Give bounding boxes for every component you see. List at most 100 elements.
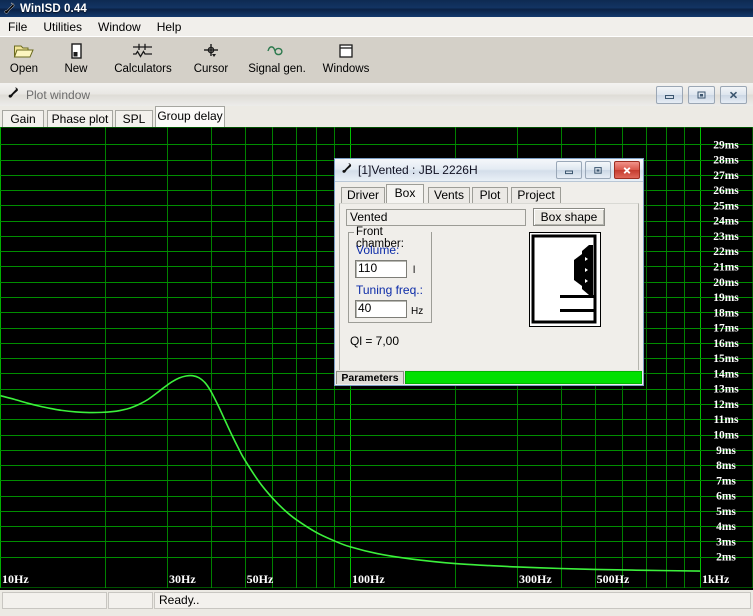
svg-text:27ms: 27ms [713,170,739,182]
dialog-tab-project[interactable]: Project [511,187,561,204]
toolbar-button-signal-gen[interactable]: Signal gen. [240,37,314,84]
close-icon [727,90,740,100]
box-dialog-statusbar: Parameters [336,370,642,384]
toolbar-button-open[interactable]: Open [0,37,48,84]
svg-text:8ms: 8ms [716,460,736,472]
box-dialog-maximize-button[interactable] [585,161,611,179]
toolbar-label-calculators: Calculators [114,63,172,75]
plot-window-maximize-button[interactable] [688,86,715,104]
tab-gain[interactable]: Gain [2,110,44,127]
tuning-freq-label: Tuning freq.: [356,283,423,297]
toolbar-button-new[interactable]: New [48,37,104,84]
svg-text:14ms: 14ms [713,368,739,380]
svg-text:10ms: 10ms [713,430,739,442]
box-name-field[interactable]: Vented [346,209,526,226]
wrench-icon [340,162,353,178]
status-bar-divider [0,588,753,590]
svg-text:26ms: 26ms [713,185,739,197]
volume-label: Volume: [356,243,400,257]
toolbar-button-cursor[interactable]: Cursor [182,37,240,84]
svg-text:24ms: 24ms [713,216,739,228]
toolbar: Open New Calculators Cursor Signal gen. … [0,36,753,84]
svg-text:3ms: 3ms [716,536,736,548]
wrench-icon [6,86,20,103]
svg-text:30Hz: 30Hz [169,572,196,586]
dialog-tab-plot-label: Plot [479,188,501,202]
svg-text:29ms: 29ms [713,139,739,151]
plot-tabs: Gain Phase plot SPL Group delay [0,106,753,127]
status-cell-1 [2,592,107,609]
plot-window-buttons [656,86,747,104]
dialog-tab-box[interactable]: Box [386,184,424,204]
box-dialog-close-button[interactable] [614,161,640,179]
application-window: WinISD 0.44 File Utilities Window Help O… [0,0,753,616]
svg-text:500Hz: 500Hz [597,572,630,586]
dialog-tab-vents-label: Vents [433,188,465,202]
tab-group-delay[interactable]: Group delay [155,106,225,127]
tab-group-delay-label: Group delay [157,109,223,123]
calculator-icon [130,40,156,61]
parameters-tab[interactable]: Parameters [336,370,404,384]
tab-gain-label: Gain [10,112,36,126]
menu-file[interactable]: File [0,18,35,36]
menu-window[interactable]: Window [90,18,149,36]
box-dialog-buttons [556,161,640,179]
box-dialog[interactable]: [1]Vented : JBL 2226H Driver Box Vents P… [334,158,644,386]
svg-text:1kHz: 1kHz [702,572,730,586]
svg-text:13ms: 13ms [713,384,739,396]
box-dialog-titlebar[interactable]: [1]Vented : JBL 2226H [335,159,643,182]
toolbar-label-signal-gen: Signal gen. [248,63,306,75]
volume-unit: l [413,265,416,276]
menu-help[interactable]: Help [149,18,190,36]
svg-text:16ms: 16ms [713,338,739,350]
svg-text:15ms: 15ms [713,353,739,365]
maximize-icon [695,90,708,100]
box-shape-button[interactable]: Box shape [533,208,605,226]
ql-value-label: Ql = 7,00 [350,334,400,348]
svg-text:18ms: 18ms [713,307,739,319]
new-document-icon [67,40,85,61]
svg-text:22ms: 22ms [713,246,739,258]
dialog-tab-project-label: Project [517,188,555,202]
status-message: Ready.. [154,592,751,609]
toolbar-label-cursor: Cursor [193,63,229,75]
toolbar-button-calculators[interactable]: Calculators [104,37,182,84]
svg-text:4ms: 4ms [716,521,736,533]
toolbar-label-new: New [64,63,88,75]
close-icon [621,166,633,175]
svg-text:7ms: 7ms [716,475,736,487]
tuning-freq-input[interactable]: 40 [355,300,407,318]
windows-list-icon [337,40,355,61]
svg-text:23ms: 23ms [713,231,739,243]
status-bar: Ready.. [0,588,753,616]
dialog-tab-driver[interactable]: Driver [341,187,385,204]
box-dialog-minimize-button[interactable] [556,161,582,179]
tab-phase-plot-label: Phase plot [51,112,109,126]
dialog-tab-vents[interactable]: Vents [428,187,470,204]
box-dialog-body: Vented Box shape Front chamber: Volume: … [339,203,639,381]
plot-window-close-button[interactable] [720,86,747,104]
dialog-tab-box-label: Box [394,186,416,200]
tab-spl-label: SPL [122,112,146,126]
menu-utilities[interactable]: Utilities [35,18,90,36]
parameters-progress-bar [405,370,642,384]
volume-input[interactable]: 110 [355,260,407,278]
svg-text:17ms: 17ms [713,323,739,335]
dialog-tab-driver-label: Driver [347,188,379,202]
app-title: WinISD 0.44 [20,2,87,15]
dialog-tab-plot[interactable]: Plot [472,187,508,204]
plot-window-titlebar: Plot window [0,83,753,106]
crosshair-cursor-icon [201,40,221,61]
menubar: File Utilities Window Help [0,17,753,37]
plot-window-title: Plot window [26,87,91,102]
toolbar-button-windows[interactable]: Windows [314,37,378,84]
plot-window: Plot window Gain Phase plot SPL Group de… [0,83,753,588]
minimize-icon [663,90,676,100]
svg-text:300Hz: 300Hz [519,572,552,586]
tab-spl[interactable]: SPL [115,110,153,127]
tab-phase-plot[interactable]: Phase plot [47,110,113,127]
box-shape-preview [529,232,601,327]
plot-window-minimize-button[interactable] [656,86,683,104]
svg-text:2ms: 2ms [716,552,736,564]
toolbar-label-windows: Windows [322,63,370,75]
